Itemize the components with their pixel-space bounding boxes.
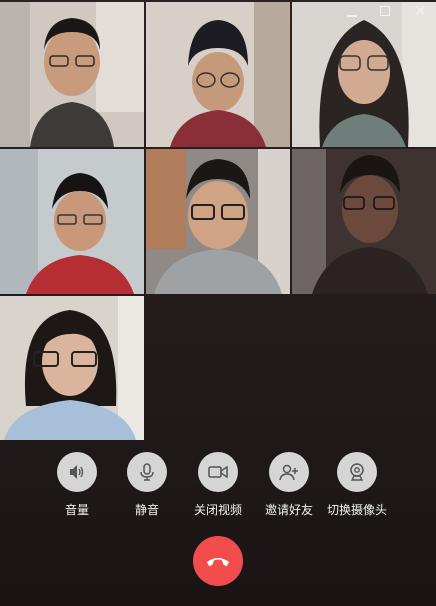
switch-camera-label: 切换摄像头 (326, 503, 387, 517)
video-off-label: 关闭视频 (193, 503, 242, 517)
hang-up-phone-icon (207, 558, 229, 566)
participant-video-2[interactable] (146, 2, 290, 147)
video-call-window: × 音量 静音 关闭视频 邀请好友 切换摄像头 (0, 0, 436, 606)
participant-4-video-frame (0, 149, 144, 294)
microphone-icon (140, 463, 154, 481)
participant-video-5[interactable] (146, 149, 290, 294)
video-off-button-circle[interactable] (198, 452, 238, 492)
volume-label: 音量 (64, 503, 89, 517)
maximize-icon[interactable] (380, 6, 390, 16)
participant-video-4[interactable] (0, 149, 144, 294)
mute-label: 静音 (134, 503, 159, 517)
participant-video-6[interactable] (292, 149, 436, 294)
speaker-icon (70, 465, 84, 479)
video-off-button[interactable]: 关闭视频 (178, 452, 258, 518)
participant-video-1[interactable] (0, 2, 144, 147)
mute-button-circle[interactable] (127, 452, 167, 492)
participant-3-video-frame (292, 2, 436, 147)
participant-1-video-frame (0, 2, 144, 147)
webcam-icon (350, 463, 364, 481)
video-camera-icon (208, 465, 228, 479)
participant-video-7[interactable] (0, 296, 144, 440)
hang-up-button[interactable] (193, 536, 243, 586)
call-controls: 音量 静音 关闭视频 邀请好友 切换摄像头 (0, 452, 436, 522)
minimize-icon[interactable] (346, 6, 358, 18)
add-person-icon (279, 464, 298, 481)
participant-7-video-frame (0, 296, 144, 440)
close-icon[interactable]: × (414, 3, 427, 18)
volume-button[interactable]: 音量 (37, 452, 117, 518)
participant-6-video-frame (292, 149, 436, 294)
participant-2-video-frame (146, 2, 290, 147)
participant-5-video-frame (146, 149, 290, 294)
participant-video-3[interactable] (292, 2, 436, 147)
volume-button-circle[interactable] (57, 452, 97, 492)
participant-grid: × (0, 0, 436, 440)
switch-camera-button-circle[interactable] (337, 452, 377, 492)
switch-camera-button[interactable]: 切换摄像头 (317, 452, 397, 518)
invite-button-circle[interactable] (269, 452, 309, 492)
mute-button[interactable]: 静音 (107, 452, 187, 518)
